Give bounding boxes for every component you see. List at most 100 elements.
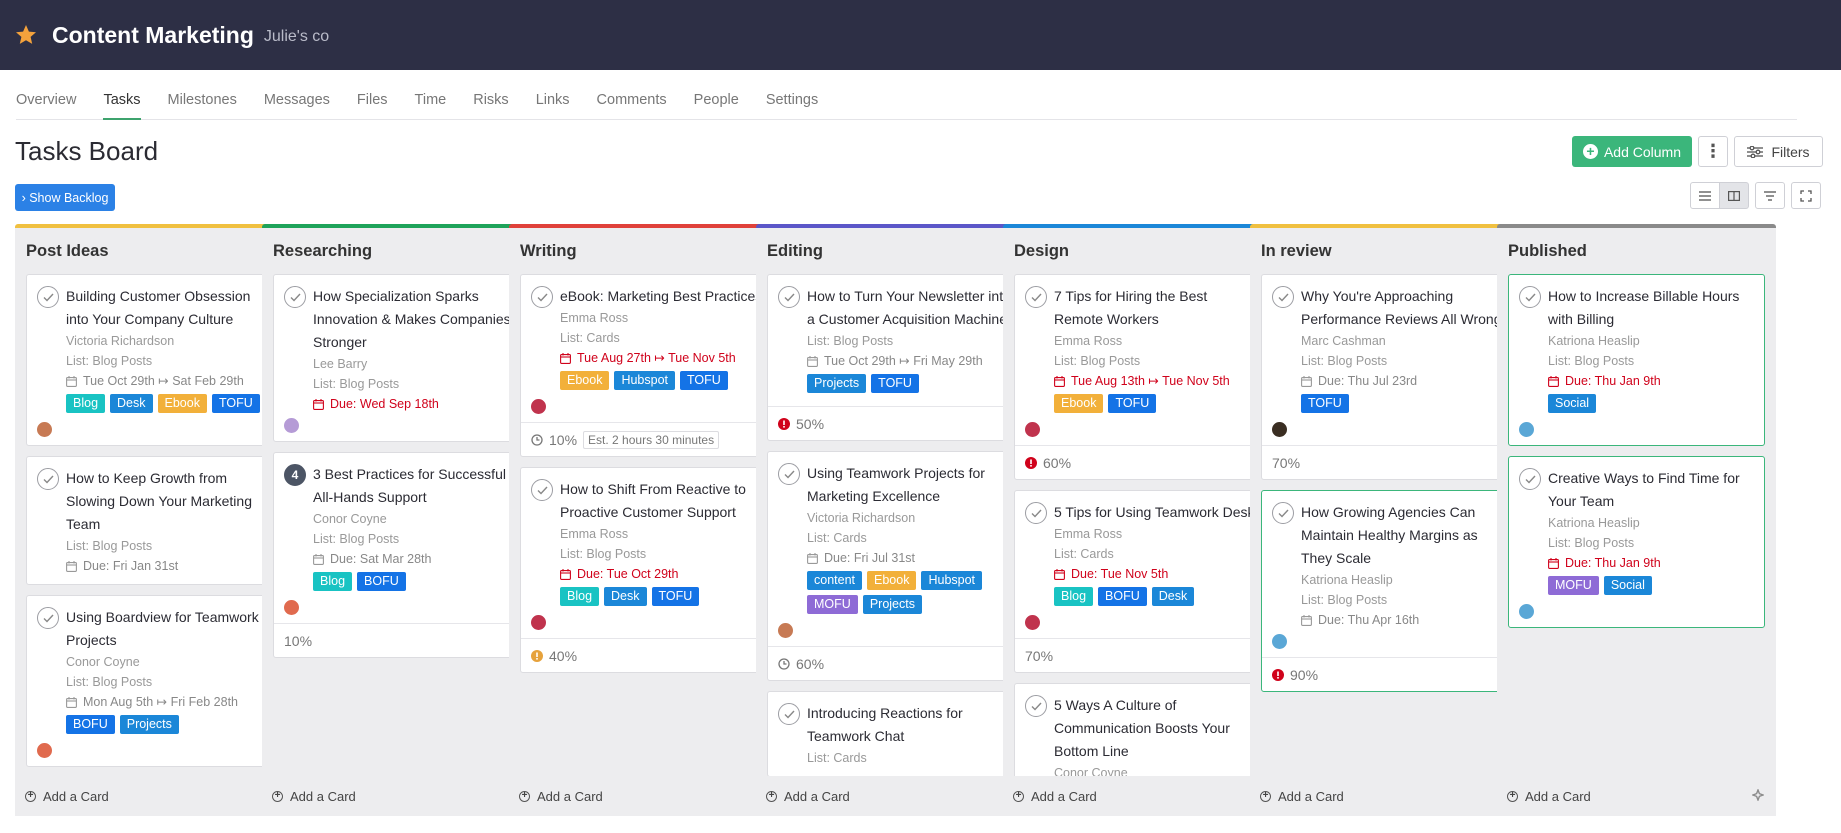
assignee-avatar[interactable] (531, 615, 546, 630)
card-title[interactable]: 5 Ways A Culture of Communication Boosts… (1054, 694, 1260, 763)
tag[interactable]: Projects (119, 715, 179, 734)
tab-messages[interactable]: Messages (264, 80, 330, 120)
column-settings-icon[interactable] (1751, 788, 1766, 803)
card-title[interactable]: Using Teamwork Projects for Marketing Ex… (807, 462, 1013, 508)
card-title[interactable]: 3 Best Practices for Successful All-Hand… (313, 463, 519, 509)
tag[interactable]: Ebook (157, 394, 207, 413)
complete-checkbox[interactable] (778, 703, 800, 725)
tag[interactable]: Social (1603, 576, 1652, 595)
card-title[interactable]: How Growing Agencies Can Maintain Health… (1301, 501, 1507, 570)
tag[interactable]: content (807, 571, 863, 590)
tag[interactable]: TOFU (680, 371, 728, 390)
complete-checkbox[interactable] (1025, 502, 1047, 524)
tag[interactable]: BOFU (1098, 587, 1147, 606)
tag[interactable]: TOFU (1108, 394, 1157, 413)
tag[interactable]: MOFU (807, 595, 858, 614)
tag[interactable]: Blog (1054, 587, 1094, 606)
tag[interactable]: TOFU (1301, 394, 1349, 413)
task-card[interactable]: 4 3 Best Practices for Successful All-Han… (273, 452, 530, 658)
column-header[interactable]: Design3 (1003, 228, 1282, 274)
tag[interactable]: Blog (560, 587, 600, 606)
card-title[interactable]: Using Boardview for Teamwork Projects (66, 606, 272, 652)
complete-checkbox[interactable] (778, 463, 800, 485)
tab-comments[interactable]: Comments (597, 80, 667, 120)
task-card[interactable]: How to Turn Your Newsletter into a Custo… (767, 274, 1024, 441)
column-header[interactable]: Writing2 (509, 228, 788, 274)
task-card[interactable]: eBook: Marketing Best Practices Emma Ross… (520, 274, 777, 457)
complete-checkbox[interactable] (1519, 468, 1541, 490)
column-header[interactable]: Editing3 (756, 228, 1035, 274)
complete-checkbox[interactable] (1272, 286, 1294, 308)
tag[interactable]: BOFU (66, 715, 115, 734)
card-title[interactable]: How to Keep Growth from Slowing Down You… (66, 467, 272, 536)
task-card[interactable]: How to Shift From Reactive to Proactive … (520, 467, 777, 673)
card-title[interactable]: How to Increase Billable Hours with Bill… (1548, 285, 1754, 331)
list-view-button[interactable] (1690, 182, 1720, 209)
add-card-button[interactable]: + Add a Card (1013, 789, 1097, 804)
tag[interactable]: MOFU (1548, 576, 1599, 595)
complete-checkbox[interactable] (531, 286, 553, 308)
board-view-button[interactable] (1719, 182, 1749, 209)
add-column-button[interactable]: + Add Column (1572, 136, 1692, 167)
tag[interactable]: Ebook (867, 571, 917, 590)
complete-checkbox[interactable] (1272, 502, 1294, 524)
card-title[interactable]: How to Shift From Reactive to Proactive … (560, 478, 766, 524)
add-card-button[interactable]: + Add a Card (1507, 789, 1591, 804)
card-title[interactable]: Why You're Approaching Performance Revie… (1301, 285, 1507, 331)
tab-milestones[interactable]: Milestones (168, 80, 237, 120)
tag[interactable]: Desk (110, 394, 153, 413)
tag[interactable]: Ebook (1054, 394, 1104, 413)
subtask-count-badge[interactable]: 4 (284, 464, 306, 486)
add-card-button[interactable]: + Add a Card (25, 789, 109, 804)
task-card[interactable]: Creative Ways to Find Time for Your Team… (1508, 456, 1765, 628)
assignee-avatar[interactable] (37, 422, 52, 437)
column-header[interactable]: Post Ideas4 (15, 228, 294, 274)
tab-time[interactable]: Time (415, 80, 447, 120)
assignee-avatar[interactable] (1025, 615, 1040, 630)
tab-files[interactable]: Files (357, 80, 388, 120)
assignee-avatar[interactable] (37, 743, 52, 758)
assignee-avatar[interactable] (284, 600, 299, 615)
tag[interactable]: Social (1548, 394, 1597, 413)
tag[interactable]: Ebook (560, 371, 610, 390)
assignee-avatar[interactable] (531, 399, 546, 414)
task-card[interactable]: Building Customer Obsession into Your Co… (26, 274, 283, 446)
tag[interactable]: Desk (604, 587, 647, 606)
add-card-button[interactable]: + Add a Card (766, 789, 850, 804)
complete-checkbox[interactable] (37, 607, 59, 629)
card-title[interactable]: Building Customer Obsession into Your Co… (66, 285, 272, 331)
tag[interactable]: TOFU (871, 374, 919, 393)
task-card[interactable]: 7 Tips for Hiring the Best Remote Worker… (1014, 274, 1271, 480)
tag[interactable]: TOFU (211, 394, 260, 413)
card-title[interactable]: How to Turn Your Newsletter into a Custo… (807, 285, 1013, 331)
tab-settings[interactable]: Settings (766, 80, 818, 120)
tag[interactable]: TOFU (651, 587, 700, 606)
collapse-view-button[interactable] (1755, 182, 1785, 209)
add-card-button[interactable]: + Add a Card (519, 789, 603, 804)
task-card[interactable]: Using Boardview for Teamwork Projects Con… (26, 595, 283, 767)
fullscreen-button[interactable] (1791, 182, 1821, 209)
add-card-button[interactable]: + Add a Card (1260, 789, 1344, 804)
tab-risks[interactable]: Risks (473, 80, 508, 120)
task-card[interactable]: Why You're Approaching Performance Revie… (1261, 274, 1518, 480)
complete-checkbox[interactable] (1025, 286, 1047, 308)
tag[interactable]: Blog (313, 572, 353, 591)
card-title[interactable]: eBook: Marketing Best Practices (560, 285, 766, 308)
show-backlog-button[interactable]: › Show Backlog (15, 184, 115, 211)
assignee-avatar[interactable] (1025, 422, 1040, 437)
assignee-avatar[interactable] (778, 623, 793, 638)
tab-people[interactable]: People (694, 80, 739, 120)
task-card[interactable]: How Specialization Sparks Innovation & M… (273, 274, 530, 442)
task-card[interactable]: Introducing Reactions for Teamwork Chat L… (767, 691, 1024, 776)
task-card[interactable]: 5 Ways A Culture of Communication Boosts… (1014, 683, 1271, 776)
column-header[interactable]: Researching2 (262, 228, 541, 274)
complete-checkbox[interactable] (37, 286, 59, 308)
complete-checkbox[interactable] (778, 286, 800, 308)
card-title[interactable]: 5 Tips for Using Teamwork Desk (1054, 501, 1260, 524)
assignee-avatar[interactable] (1519, 422, 1534, 437)
column-header[interactable]: Published (1497, 228, 1776, 274)
task-card[interactable]: How Growing Agencies Can Maintain Health… (1261, 490, 1518, 692)
tab-tasks[interactable]: Tasks (103, 80, 141, 120)
tab-links[interactable]: Links (536, 80, 570, 120)
complete-checkbox[interactable] (531, 479, 553, 501)
